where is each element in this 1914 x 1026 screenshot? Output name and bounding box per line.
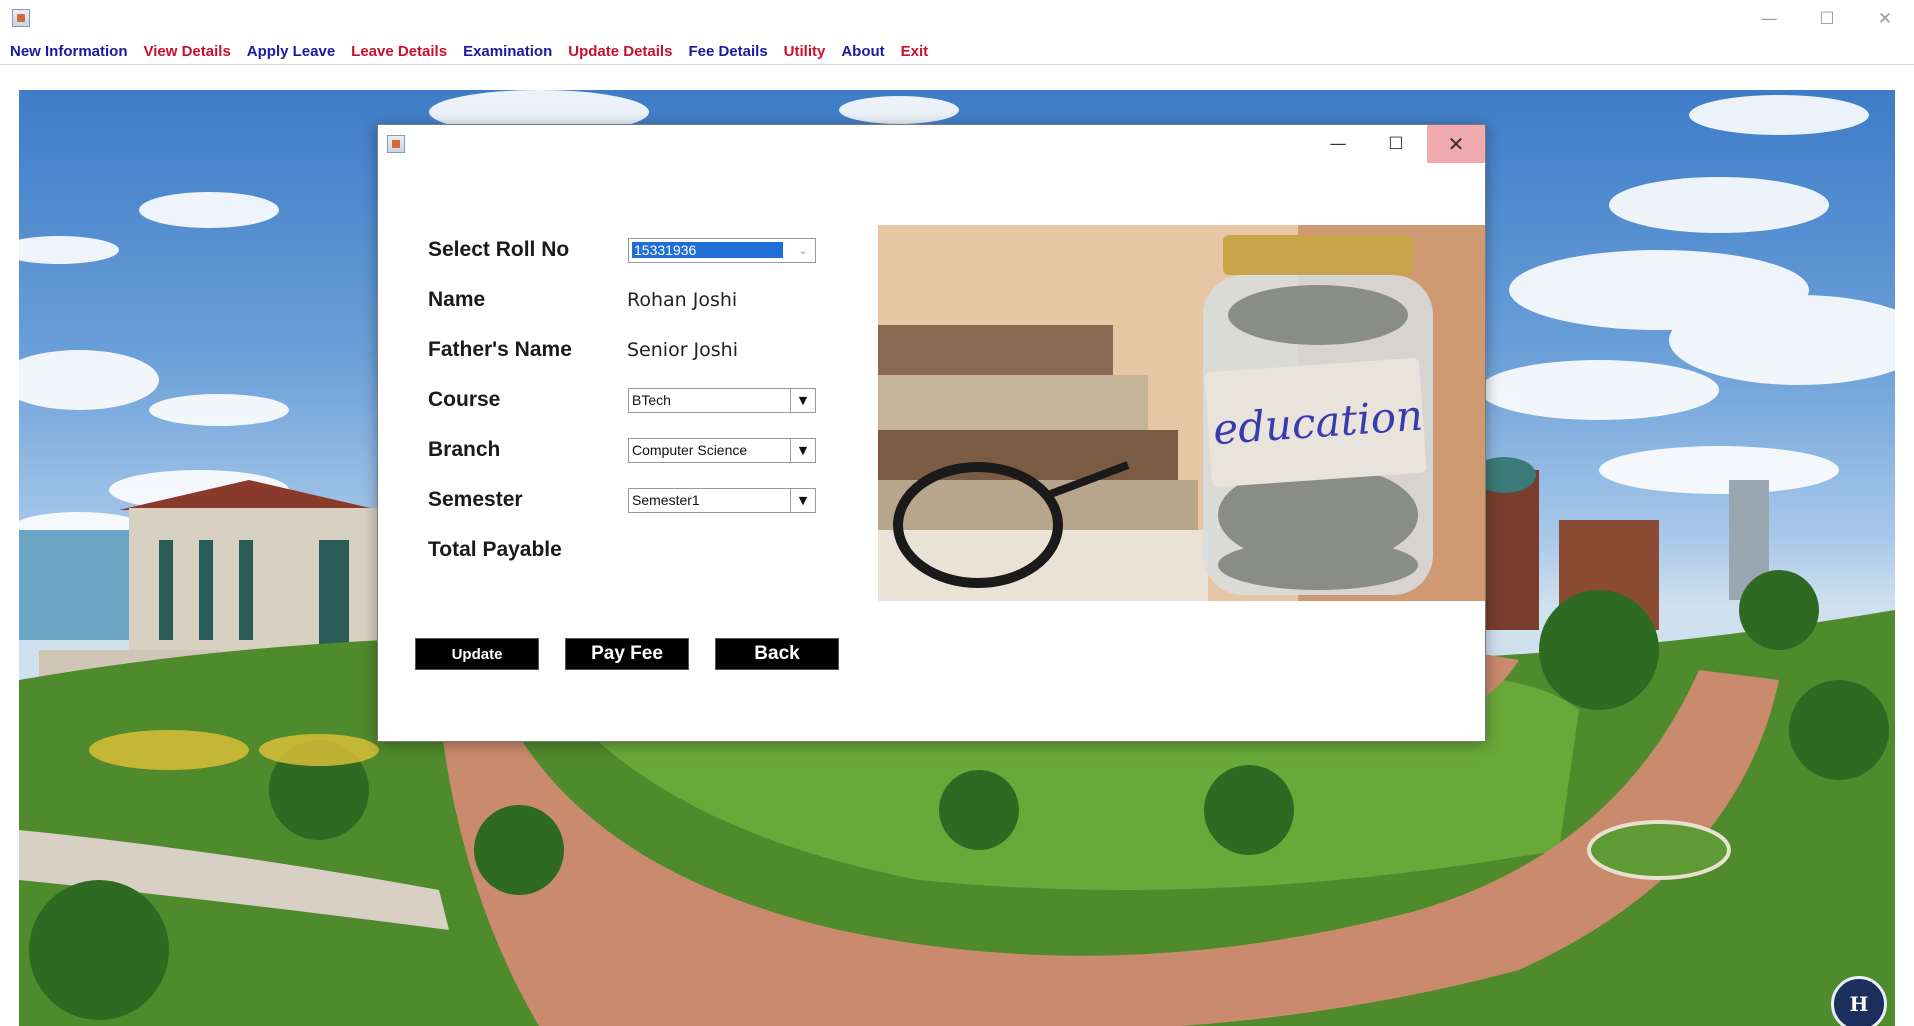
window-controls: — ☐ ✕: [1740, 0, 1914, 38]
menu-fee-details[interactable]: Fee Details: [688, 43, 767, 60]
menu-update-details[interactable]: Update Details: [568, 43, 672, 60]
menu-apply-leave[interactable]: Apply Leave: [247, 43, 335, 60]
roll-no-select[interactable]: 15331936 ⌄: [628, 238, 816, 263]
branch-select[interactable]: Computer Science ▼: [628, 438, 816, 463]
branch-label: Branch: [428, 438, 501, 461]
dialog-close-button[interactable]: ✕: [1427, 125, 1485, 163]
total-payable-label: Total Payable: [428, 538, 562, 561]
menu-examination[interactable]: Examination: [463, 43, 552, 60]
fee-form-dialog: — ☐ ✕ Select Roll No Name Father's Name …: [377, 124, 1486, 742]
branch-selected-value: Computer Science: [632, 442, 748, 458]
roll-no-selected-value: 15331936: [632, 242, 783, 258]
maximize-button[interactable]: ☐: [1798, 0, 1856, 38]
semester-select[interactable]: Semester1 ▼: [628, 488, 816, 513]
menu-new-information[interactable]: New Information: [10, 43, 128, 60]
dialog-minimize-button[interactable]: —: [1309, 125, 1367, 163]
update-button[interactable]: Update: [415, 638, 539, 670]
education-jar-image: education: [878, 225, 1485, 601]
chevron-down-icon[interactable]: ⌄: [791, 239, 815, 262]
course-select[interactable]: BTech ▼: [628, 388, 816, 413]
main-window: — ☐ ✕ New Information View Details Apply…: [0, 0, 1914, 1026]
father-name-value: Senior Joshi: [627, 339, 738, 361]
menu-bar: New Information View Details Apply Leave…: [0, 38, 1914, 64]
dialog-java-icon: [387, 135, 405, 153]
menu-leave-details[interactable]: Leave Details: [351, 43, 447, 60]
university-logo: H: [1831, 976, 1887, 1026]
name-label: Name: [428, 288, 486, 311]
semester-label: Semester: [428, 488, 523, 511]
menu-utility[interactable]: Utility: [784, 43, 826, 60]
close-button[interactable]: ✕: [1856, 0, 1914, 38]
title-bar: — ☐ ✕: [0, 0, 1914, 38]
education-jar-illustration: education: [878, 225, 1485, 601]
course-selected-value: BTech: [632, 392, 671, 408]
menu-exit[interactable]: Exit: [901, 43, 929, 60]
dropdown-arrow-icon[interactable]: ▼: [790, 439, 815, 462]
dialog-maximize-button[interactable]: ☐: [1367, 125, 1425, 163]
university-logo-text: H: [1849, 992, 1869, 1016]
menu-about[interactable]: About: [841, 43, 884, 60]
back-button[interactable]: Back: [715, 638, 839, 670]
minimize-button[interactable]: —: [1740, 0, 1798, 38]
father-name-label: Father's Name: [428, 338, 572, 361]
menu-view-details[interactable]: View Details: [144, 43, 231, 60]
dropdown-arrow-icon[interactable]: ▼: [790, 489, 815, 512]
roll-no-label: Select Roll No: [428, 238, 570, 261]
java-app-icon: [12, 9, 30, 27]
menu-divider: [0, 64, 1914, 65]
dropdown-arrow-icon[interactable]: ▼: [790, 389, 815, 412]
semester-selected-value: Semester1: [632, 492, 700, 508]
course-label: Course: [428, 388, 501, 411]
pay-fee-button[interactable]: Pay Fee: [565, 638, 689, 670]
name-value: Rohan Joshi: [627, 289, 738, 311]
